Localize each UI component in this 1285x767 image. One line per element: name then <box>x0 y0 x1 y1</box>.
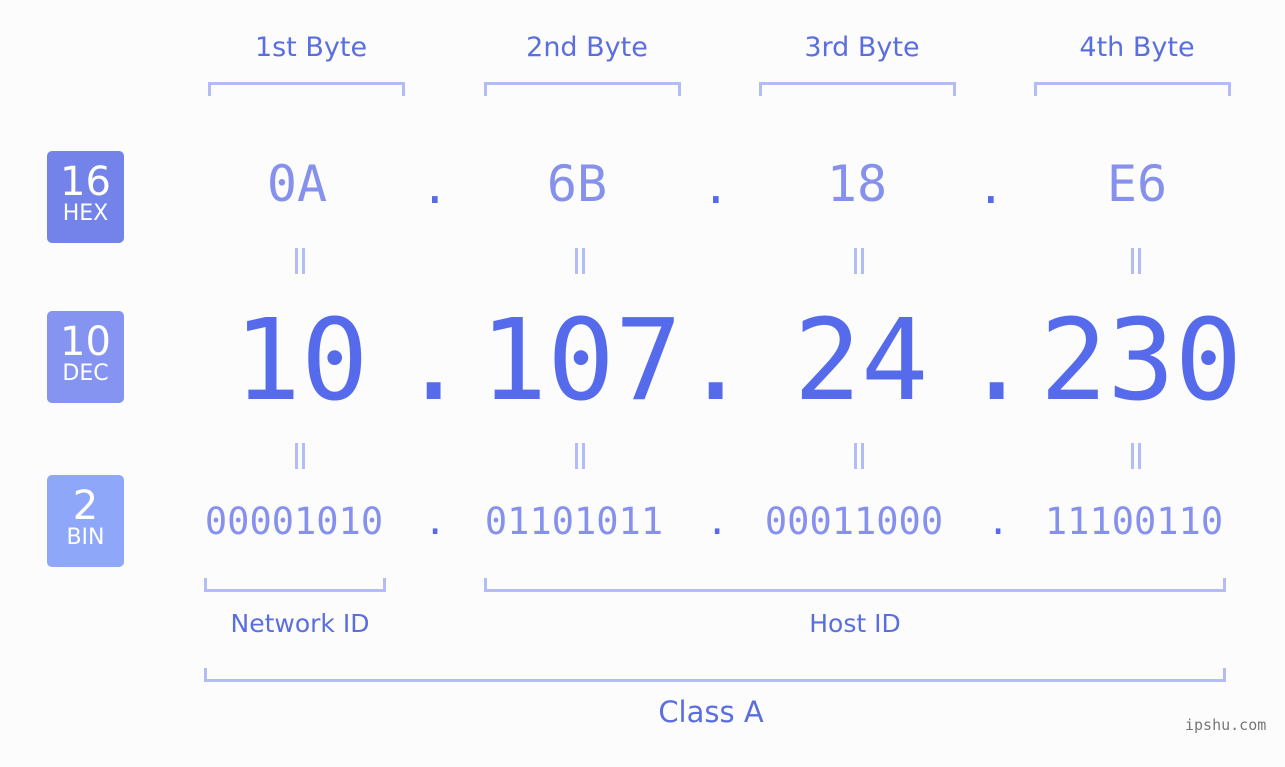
dec-badge: 10 DEC <box>47 311 124 403</box>
dec-dot-3: . <box>963 296 1031 426</box>
byte-header-3: 3rd Byte <box>804 32 920 63</box>
hex-dot-2: . <box>702 160 730 214</box>
bin-byte-2: 01101011 <box>484 500 664 543</box>
bin-dot-2: . <box>706 500 729 543</box>
hex-badge: 16 HEX <box>47 151 124 243</box>
equals-icon <box>570 248 590 274</box>
dec-badge-label: DEC <box>62 361 109 386</box>
bin-dot-1: . <box>424 500 447 543</box>
dec-dot-1: . <box>400 296 468 426</box>
byte-bracket-2 <box>484 82 681 96</box>
bin-badge-number: 2 <box>72 483 99 529</box>
dec-dot-2: . <box>682 296 750 426</box>
bin-badge-label: BIN <box>66 525 105 550</box>
hex-byte-3: 18 <box>826 155 888 213</box>
bin-dot-3: . <box>987 500 1010 543</box>
network-id-bracket <box>204 578 386 592</box>
hex-badge-number: 16 <box>60 159 111 205</box>
watermark: ipshu.com <box>1185 716 1267 734</box>
host-id-bracket <box>484 578 1226 592</box>
byte-bracket-4 <box>1034 82 1231 96</box>
host-id-label: Host ID <box>809 609 901 638</box>
equals-icon <box>1126 248 1146 274</box>
bin-byte-4: 11100110 <box>1044 500 1224 543</box>
byte-header-1: 1st Byte <box>254 32 368 63</box>
equals-icon <box>290 443 310 469</box>
network-id-label: Network ID <box>230 609 370 638</box>
hex-byte-1: 0A <box>266 155 328 213</box>
dec-byte-3: 24 <box>793 296 929 426</box>
hex-byte-4: E6 <box>1106 155 1168 213</box>
class-bracket <box>204 668 1226 682</box>
byte-header-4: 4th Byte <box>1079 32 1195 63</box>
bin-badge: 2 BIN <box>47 475 124 567</box>
byte-header-2: 2nd Byte <box>526 32 648 63</box>
hex-byte-2: 6B <box>546 155 608 213</box>
dec-byte-4: 230 <box>1039 296 1243 426</box>
dec-byte-2: 107 <box>479 296 683 426</box>
byte-bracket-1 <box>208 82 405 96</box>
byte-bracket-3 <box>759 82 956 96</box>
class-label: Class A <box>658 695 764 729</box>
equals-icon <box>849 443 869 469</box>
dec-byte-1: 10 <box>233 296 369 426</box>
equals-icon <box>849 248 869 274</box>
dec-badge-number: 10 <box>60 319 111 365</box>
bin-byte-3: 00011000 <box>764 500 944 543</box>
hex-badge-label: HEX <box>62 201 109 226</box>
equals-icon <box>570 443 590 469</box>
equals-icon <box>290 248 310 274</box>
equals-icon <box>1126 443 1146 469</box>
hex-dot-3: . <box>977 160 1005 214</box>
hex-dot-1: . <box>421 160 449 214</box>
bin-byte-1: 00001010 <box>204 500 384 543</box>
